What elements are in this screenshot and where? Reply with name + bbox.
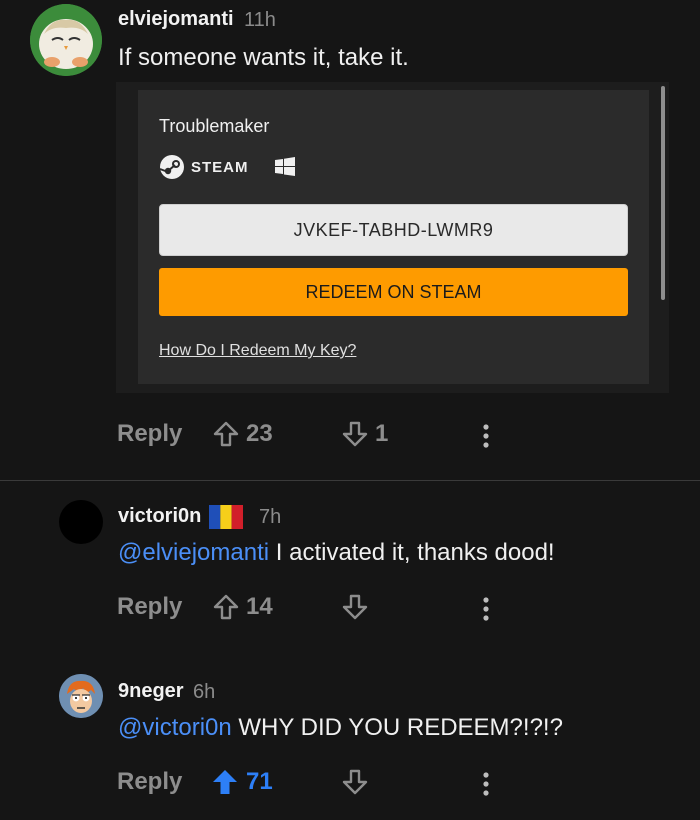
username[interactable]: 9neger <box>118 680 184 703</box>
downvote-button[interactable] <box>341 593 375 621</box>
downvote-count: 1 <box>375 420 389 447</box>
more-options-icon[interactable] <box>481 595 491 623</box>
upvote-arrow-icon <box>213 421 239 447</box>
game-key-embed: Troublemaker STEAM JVKEF-TABHD-LWMR9 RED… <box>116 82 669 393</box>
upvote-count: 71 <box>246 768 273 795</box>
comment-body: I activated it, thanks dood! <box>269 539 555 566</box>
comment-1: elviejomanti 11h If someone wants it, ta… <box>0 0 700 480</box>
windows-icon <box>274 157 295 176</box>
timestamp: 6h <box>193 681 216 703</box>
upvote-arrow-icon <box>213 594 239 620</box>
comment-actions: Reply 23 1 <box>0 416 700 456</box>
romania-flag-icon <box>209 505 243 529</box>
upvote-arrow-filled-icon <box>213 770 237 794</box>
more-options-icon[interactable] <box>481 770 491 798</box>
downvote-button[interactable]: 1 <box>341 420 388 448</box>
username[interactable]: victori0n <box>118 505 201 528</box>
redeem-help-link[interactable]: How Do I Redeem My Key? <box>159 342 356 360</box>
avatar[interactable] <box>59 500 103 544</box>
user-mention-link[interactable]: @victori0n <box>118 714 232 741</box>
comment-text: @elviejomanti I activated it, thanks doo… <box>118 539 555 567</box>
game-title: Troublemaker <box>159 116 270 136</box>
downvote-arrow-icon <box>342 594 368 620</box>
upvote-count: 23 <box>246 420 273 447</box>
avatar[interactable] <box>59 674 103 718</box>
scrollbar[interactable] <box>661 86 665 300</box>
redeem-on-steam-button[interactable]: REDEEM ON STEAM <box>159 268 628 316</box>
steam-icon <box>159 155 184 179</box>
reply-button[interactable]: Reply <box>117 593 182 621</box>
comment-text: @victori0n WHY DID YOU REDEEM?!?!? <box>118 714 563 742</box>
comment-actions: Reply 14 <box>0 589 700 629</box>
platform-row: STEAM <box>159 154 295 180</box>
username[interactable]: elviejomanti <box>118 8 234 31</box>
owl-avatar-icon <box>30 4 102 76</box>
comment-2: victori0n 7h @elviejomanti I activated i… <box>0 481 700 651</box>
key-card: Troublemaker STEAM JVKEF-TABHD-LWMR9 RED… <box>138 90 649 384</box>
fry-avatar-icon <box>59 674 103 718</box>
more-options-icon[interactable] <box>481 422 491 450</box>
user-mention-link[interactable]: @elviejomanti <box>118 539 269 566</box>
platform-label: STEAM <box>191 158 249 176</box>
reply-button[interactable]: Reply <box>117 420 182 448</box>
upvote-button-active[interactable]: 71 <box>210 768 273 796</box>
reply-button[interactable]: Reply <box>117 768 182 796</box>
product-key-field[interactable]: JVKEF-TABHD-LWMR9 <box>159 204 628 256</box>
downvote-arrow-icon <box>342 421 368 447</box>
upvote-count: 14 <box>246 593 273 620</box>
comment-3: 9neger 6h @victori0n WHY DID YOU REDEEM?… <box>0 658 700 820</box>
timestamp: 11h <box>244 9 276 31</box>
upvote-button[interactable]: 23 <box>212 420 273 448</box>
comment-body: WHY DID YOU REDEEM?!?!? <box>231 714 563 741</box>
downvote-arrow-icon <box>342 769 368 795</box>
comment-actions: Reply 71 <box>0 764 700 804</box>
downvote-button[interactable] <box>341 768 375 796</box>
upvote-button[interactable]: 14 <box>212 593 273 621</box>
timestamp: 7h <box>259 506 282 528</box>
comment-text: If someone wants it, take it. <box>118 44 409 71</box>
avatar[interactable] <box>30 4 102 76</box>
